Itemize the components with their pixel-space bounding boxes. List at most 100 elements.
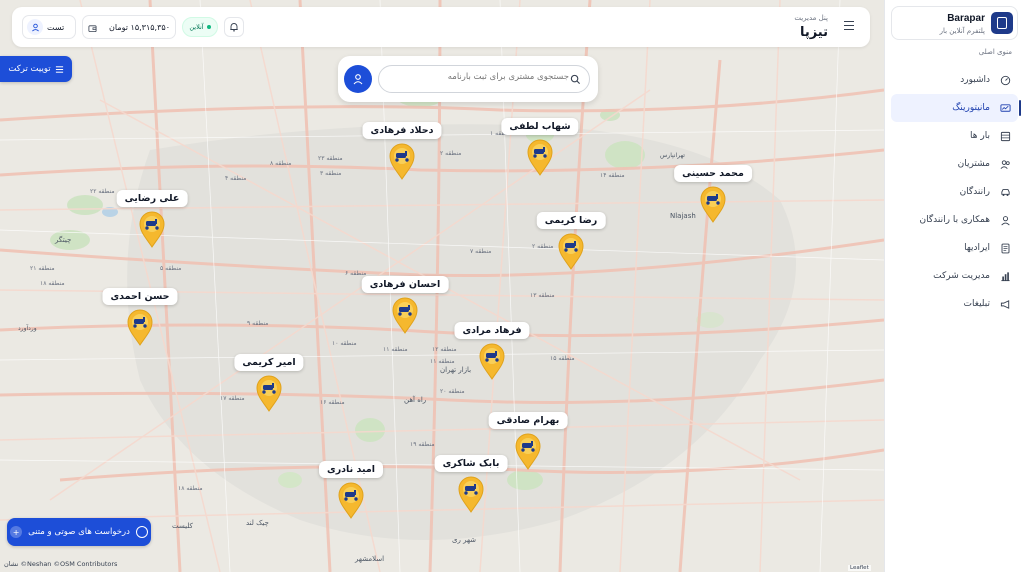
driver-marker[interactable]: امیر کریمی bbox=[224, 354, 314, 424]
bell-icon bbox=[230, 23, 238, 32]
driver-name-label: امید نادری bbox=[319, 461, 383, 478]
sidebar: Barapar پلتفرم آنلاین بار منوی اصلی داشب… bbox=[884, 0, 1024, 572]
district-label: منطقه ۱۱ bbox=[383, 346, 408, 353]
driver-name-label: علی رضایی bbox=[116, 190, 188, 207]
sidebar-item-cargo[interactable]: بار ها bbox=[891, 122, 1018, 150]
district-label: منطقه ۲۳ bbox=[318, 155, 343, 162]
scooter-pin-icon bbox=[127, 309, 153, 346]
user-icon bbox=[353, 74, 363, 85]
menu-title: منوی اصلی bbox=[978, 48, 1012, 56]
notifications-button[interactable] bbox=[224, 17, 244, 37]
sidebar-item-label: مدیریت شرکت bbox=[933, 271, 990, 281]
leaflet-link[interactable]: Leaflet bbox=[848, 565, 871, 571]
menu-toggle-icon[interactable] bbox=[844, 21, 854, 31]
search-box bbox=[378, 65, 590, 93]
chart-icon bbox=[998, 269, 1012, 283]
scooter-pin-icon bbox=[256, 375, 282, 412]
panel-subtitle: پنل مدیریت bbox=[794, 14, 828, 22]
online-status-badge[interactable]: آنلاین bbox=[182, 17, 218, 37]
place-label: شهر ری bbox=[452, 536, 477, 544]
district-label: منطقه ۱۳ bbox=[530, 292, 555, 299]
wallet-icon bbox=[88, 18, 97, 37]
driver-marker[interactable]: شهاب لطفی bbox=[495, 118, 585, 188]
district-label: منطقه ۸ bbox=[270, 160, 292, 167]
driver-marker[interactable]: فرهاد مرادی bbox=[447, 322, 537, 392]
brand-subtitle: پلتفرم آنلاین بار bbox=[939, 27, 985, 35]
neshan-brand: نشان bbox=[4, 560, 19, 568]
driver-name-label: حسن احمدی bbox=[102, 288, 178, 305]
online-dot-icon bbox=[206, 25, 211, 29]
driver-name-label: فرهاد مرادی bbox=[454, 322, 530, 339]
top-bar: پنل مدیریت تیزپا تست ۱۵,۳۱۵,۳۵۰ تومان آن… bbox=[12, 7, 870, 47]
track-button[interactable]: توییت ترکت bbox=[0, 56, 72, 82]
driver-name-label: رضا کریمی bbox=[536, 212, 606, 229]
sidebar-item-ads[interactable]: تبلیغات bbox=[891, 290, 1018, 318]
sidebar-item-driver-partnership[interactable]: همکاری با رانندگان bbox=[891, 206, 1018, 234]
brand-card[interactable]: Barapar پلتفرم آنلاین بار bbox=[891, 6, 1018, 40]
scooter-pin-icon bbox=[558, 233, 584, 270]
monitor-icon bbox=[998, 101, 1012, 115]
search-icon bbox=[570, 74, 581, 85]
district-label: منطقه ۴ bbox=[225, 175, 247, 182]
driver-name-label: شهاب لطفی bbox=[501, 118, 579, 135]
district-label: منطقه ۳ bbox=[320, 170, 342, 177]
plus-icon: + bbox=[10, 526, 23, 538]
voice-button-label: درخواست های صوتی و متنی bbox=[28, 527, 130, 537]
district-label: منطقه ۱۸ bbox=[178, 485, 203, 492]
sidebar-item-drivers[interactable]: رانندگان bbox=[891, 178, 1018, 206]
online-status-label: آنلاین bbox=[189, 23, 204, 31]
scooter-pin-icon bbox=[527, 139, 553, 176]
sidebar-item-dashboard[interactable]: داشبورد bbox=[891, 66, 1018, 94]
driver-marker[interactable]: علی رضایی bbox=[107, 190, 197, 260]
sidebar-item-monitoring[interactable]: مانیتورینگ bbox=[891, 94, 1021, 122]
scooter-pin-icon bbox=[458, 476, 484, 513]
scooter-pin-icon bbox=[139, 211, 165, 248]
customers-icon bbox=[998, 157, 1012, 171]
user-name: تست bbox=[47, 22, 65, 32]
cargo-icon bbox=[998, 129, 1012, 143]
driver-marker[interactable]: رضا کریمی bbox=[526, 212, 616, 282]
track-button-label: توییت ترکت bbox=[8, 64, 51, 74]
place-label: وردآورد bbox=[18, 325, 37, 332]
list-icon bbox=[55, 65, 63, 73]
district-label: منطقه ۱۸ bbox=[40, 280, 65, 287]
driver-marker[interactable]: محمد حسینی bbox=[668, 165, 758, 235]
sidebar-item-issues[interactable]: ایرادیها bbox=[891, 234, 1018, 262]
driver-marker[interactable]: بابک شاکری bbox=[426, 455, 516, 525]
user-icon bbox=[998, 213, 1012, 227]
wallet-balance[interactable]: ۱۵,۳۱۵,۳۵۰ تومان bbox=[82, 15, 176, 39]
driver-marker[interactable]: دحلاد فرهادی bbox=[357, 122, 447, 192]
place-label: کلیست bbox=[172, 522, 193, 530]
driver-name-label: بابک شاکری bbox=[434, 455, 508, 472]
district-label: منطقه ۷ bbox=[470, 248, 492, 255]
sidebar-item-label: مشتریان bbox=[957, 159, 990, 169]
scooter-pin-icon bbox=[700, 186, 726, 223]
sidebar-item-customers[interactable]: مشتریان bbox=[891, 150, 1018, 178]
sidebar-menu: داشبورد مانیتورینگ بار ها مشتریان رانندگ… bbox=[891, 66, 1021, 318]
district-label: منطقه ۱۵ bbox=[550, 355, 575, 362]
user-profile-button[interactable]: تست bbox=[22, 15, 76, 39]
sidebar-item-label: بار ها bbox=[970, 131, 990, 141]
driver-marker[interactable]: احسان فرهادی bbox=[360, 276, 450, 346]
driver-name-label: دحلاد فرهادی bbox=[362, 122, 442, 139]
map-attribution[interactable]: نشان ©Neshan ©OSM Contributors bbox=[4, 560, 117, 568]
district-label: منطقه ۵ bbox=[160, 265, 182, 272]
customer-select-button[interactable] bbox=[344, 65, 372, 93]
sidebar-item-company-management[interactable]: مدیریت شرکت bbox=[891, 262, 1018, 290]
place-label: راه آهن bbox=[404, 396, 427, 404]
panel-title: تیزپا bbox=[799, 25, 828, 40]
place-label: تهرانپارس bbox=[660, 152, 685, 159]
customer-search-input[interactable] bbox=[387, 72, 569, 82]
brand-name: Barapar bbox=[947, 13, 985, 24]
voice-text-requests-button[interactable]: درخواست های صوتی و متنی + bbox=[7, 518, 151, 546]
driver-marker[interactable]: امید نادری bbox=[306, 461, 396, 531]
place-label: چیتگر bbox=[55, 236, 72, 244]
scooter-pin-icon bbox=[338, 482, 364, 519]
driver-name-label: احسان فرهادی bbox=[361, 276, 449, 293]
driver-marker[interactable]: حسن احمدی bbox=[95, 288, 185, 358]
scooter-pin-icon bbox=[515, 433, 541, 470]
scooter-pin-icon bbox=[392, 297, 418, 334]
user-avatar-icon bbox=[27, 19, 43, 35]
district-label: منطقه ۲۱ bbox=[30, 265, 55, 272]
wallet-amount: ۱۵,۳۱۵,۳۵۰ تومان bbox=[109, 22, 170, 32]
